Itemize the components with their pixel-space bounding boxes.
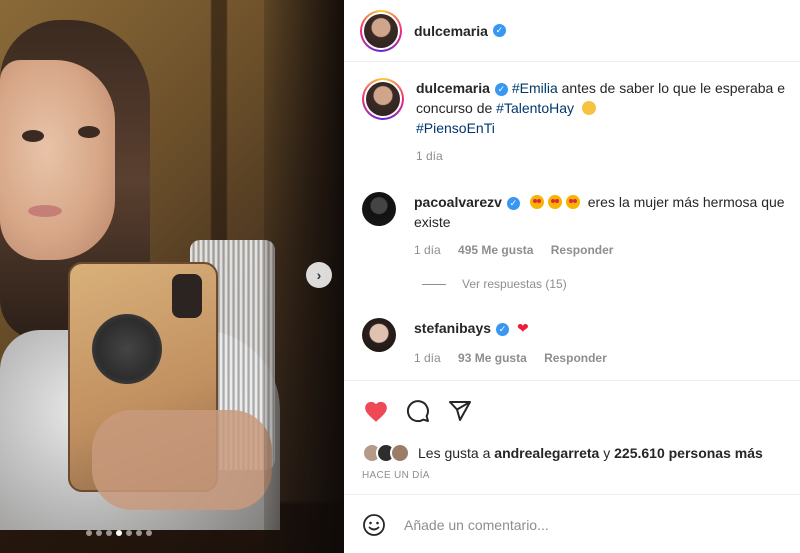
liker-username[interactable]: andrealegarreta: [494, 445, 599, 461]
comment-time: 1 día: [414, 243, 441, 257]
next-photo-button[interactable]: ›: [306, 262, 332, 288]
view-replies-label: Ver respuestas (15): [462, 277, 567, 291]
like-button[interactable]: [362, 397, 390, 425]
verified-icon: ✓: [492, 24, 506, 37]
commenter-avatar[interactable]: [362, 318, 396, 352]
carousel-dot: [96, 530, 102, 536]
heart-eyes-emoji-icon: [547, 195, 562, 209]
carousel-dot-active: [116, 530, 122, 536]
carousel-dot: [136, 530, 142, 536]
verified-icon: ✓: [496, 322, 510, 336]
comment-time: 1 día: [414, 351, 441, 365]
likes-count-link[interactable]: 225.610 personas más: [614, 445, 763, 461]
photo-eye: [78, 126, 100, 138]
hashtag-link[interactable]: #TalentoHay: [496, 100, 574, 116]
heart-filled-icon: [365, 401, 387, 422]
commenter-username[interactable]: stefanibays: [414, 320, 491, 336]
post-side-panel: dulcemaria ✓ dulcemaria ✓ #Emilia antes d…: [344, 0, 800, 553]
comment-icon: [406, 400, 429, 423]
author-username[interactable]: dulcemaria: [414, 23, 488, 39]
comment-input[interactable]: Añade un comentario...: [404, 517, 549, 533]
comment-item: pacoalvarezv ✓ eres la mujer más hermosa …: [362, 192, 800, 260]
photo-eye: [22, 130, 44, 142]
carousel-dot: [86, 530, 92, 536]
carousel-dots: [86, 530, 152, 536]
emoji-group: [529, 194, 584, 210]
caption-text: concurso de: [416, 100, 497, 116]
photo-phone-camera: [172, 274, 202, 318]
comment-item: stefanibays ✓ ❤ 1 día 93 Me gusta Respond…: [362, 318, 800, 368]
reply-button[interactable]: Responder: [551, 243, 614, 257]
comment-button[interactable]: [404, 397, 432, 425]
post-header: dulcemaria ✓: [344, 0, 800, 62]
heart-eyes-emoji-icon: [529, 195, 544, 209]
caption-author-avatar[interactable]: [362, 78, 404, 120]
hashtag-link[interactable]: #Emilia: [512, 80, 558, 96]
photo-hand: [92, 410, 272, 510]
caption-username[interactable]: dulcemaria: [416, 80, 490, 96]
author-avatar[interactable]: [360, 9, 402, 52]
author-avatar-image: [364, 13, 398, 48]
liker-avatars: [362, 443, 410, 463]
post-photo[interactable]: ›: [0, 0, 344, 553]
caption-time: 1 día: [416, 149, 443, 163]
comment-text: eres la mujer más hermosa que: [587, 194, 785, 210]
view-replies-button[interactable]: Ver respuestas (15): [422, 277, 567, 291]
photo-lips: [28, 205, 62, 217]
add-comment-bar[interactable]: Añade un comentario...: [344, 494, 800, 553]
caption-text: antes de saber lo que le esperaba e: [557, 80, 786, 96]
pensive-emoji-icon: [581, 101, 596, 115]
carousel-dot: [126, 530, 132, 536]
verified-icon: ✓: [494, 82, 508, 96]
reply-button[interactable]: Responder: [544, 351, 607, 365]
likes-summary: Les gusta a andrealegarreta y 225.610 pe…: [362, 443, 763, 463]
share-paper-plane-icon: [449, 401, 471, 421]
action-icons: [362, 397, 474, 425]
post-actions-section: Les gusta a andrealegarreta y 225.610 pe…: [344, 380, 800, 553]
replies-divider: [422, 283, 446, 285]
comment-text: existe: [414, 214, 451, 230]
red-heart-emoji-icon: ❤: [516, 320, 529, 336]
post-timestamp: HACE UN DÍA: [362, 470, 430, 481]
carousel-dot: [106, 530, 112, 536]
likes-middle: y: [599, 445, 615, 461]
post-caption: dulcemaria ✓ #Emilia antes de saber lo qu…: [362, 78, 796, 166]
share-button[interactable]: [446, 397, 474, 425]
photo-phone-grip: [92, 314, 162, 384]
photo-face: [0, 60, 115, 260]
smiley-icon[interactable]: [362, 513, 386, 537]
likes-prefix: Les gusta a: [418, 445, 495, 461]
caption-author-avatar-image: [366, 82, 400, 116]
photo-shadow: [264, 0, 344, 553]
commenter-username[interactable]: pacoalvarezv: [414, 194, 502, 210]
heart-eyes-emoji-icon: [565, 195, 580, 209]
comment-likes-link[interactable]: 93 Me gusta: [458, 351, 527, 365]
comment-likes-link[interactable]: 495 Me gusta: [458, 243, 533, 257]
verified-icon: ✓: [506, 196, 520, 210]
hashtag-link[interactable]: #PiensoEnTi: [416, 120, 495, 136]
chevron-right-icon: ›: [316, 267, 322, 283]
commenter-avatar[interactable]: [362, 192, 396, 226]
liker-avatar: [390, 443, 410, 463]
carousel-dot: [146, 530, 152, 536]
